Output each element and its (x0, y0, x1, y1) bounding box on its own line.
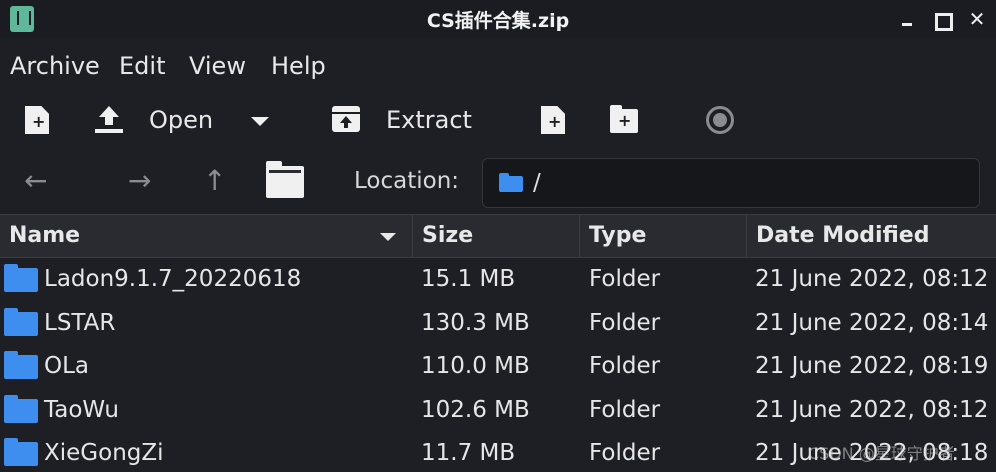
window-title: CS插件合集.zip (426, 10, 570, 32)
location-folder-icon (499, 173, 523, 192)
open-dropdown-icon[interactable] (251, 117, 269, 126)
add-folder-icon[interactable]: + (610, 105, 638, 133)
column-name[interactable]: Name (0, 215, 413, 257)
folder-icon (4, 394, 38, 423)
folder-icon (4, 438, 38, 466)
row-size: 15.1 MB (421, 266, 516, 292)
row-date: 21 June 2022, 08:12 (755, 396, 989, 423)
row-type: Folder (589, 440, 661, 466)
row-size: 110.0 MB (421, 353, 530, 379)
column-size-label: Size (422, 223, 474, 248)
location-label: Location: (354, 168, 460, 194)
maximize-button[interactable] (930, 8, 953, 31)
folder-icon (4, 351, 38, 379)
row-size: 102.6 MB (421, 396, 530, 423)
title-bar: CS插件合集.zip ✕ (0, 0, 996, 38)
menu-archive[interactable]: Archive (10, 52, 100, 80)
column-date-modified[interactable]: Date Modified (747, 215, 996, 257)
column-headers: Name Size Type Date Modified (0, 214, 996, 258)
row-date: 21 June 2022, 08:12 (755, 266, 989, 292)
table-row[interactable]: OLa 110.0 MB Folder 21 June 2022, 08:19 (0, 345, 996, 389)
extract-icon[interactable] (332, 106, 360, 132)
folder-icon[interactable] (266, 161, 304, 198)
extract-button[interactable]: Extract (386, 106, 472, 134)
navigation-bar: ← → ↑ Location: / (0, 150, 996, 214)
row-name: XieGongZi (44, 440, 164, 466)
add-files-icon[interactable]: + (541, 106, 565, 134)
row-name: LSTAR (44, 309, 116, 336)
row-date: 21 June 2022, 08:19 (755, 353, 989, 379)
menu-bar: Archive Edit View Help (0, 38, 996, 90)
folder-icon (4, 307, 38, 336)
row-type: Folder (589, 396, 661, 423)
upload-icon[interactable] (95, 106, 123, 134)
location-value: / (533, 170, 541, 196)
menu-edit[interactable]: Edit (119, 52, 165, 80)
column-date-label: Date Modified (756, 223, 930, 248)
menu-view[interactable]: View (189, 52, 246, 80)
minimize-button[interactable] (897, 8, 919, 30)
row-type: Folder (589, 309, 661, 336)
stop-icon[interactable] (706, 106, 734, 134)
sort-descending-icon (380, 233, 396, 241)
column-size[interactable]: Size (413, 215, 580, 257)
up-arrow-icon[interactable]: ↑ (203, 164, 226, 198)
row-type: Folder (589, 353, 661, 379)
row-name: OLa (44, 353, 90, 379)
row-size: 130.3 MB (421, 309, 530, 336)
watermark: CSDN @星球守护者 (808, 444, 955, 463)
column-type[interactable]: Type (580, 215, 747, 257)
table-row[interactable]: TaoWu 102.6 MB Folder 21 June 2022, 08:1… (0, 389, 996, 433)
row-name: TaoWu (44, 396, 119, 423)
location-field[interactable]: / (482, 158, 980, 208)
open-button[interactable]: Open (149, 106, 213, 134)
forward-arrow-icon[interactable]: → (128, 164, 151, 198)
column-type-label: Type (589, 223, 647, 248)
row-size: 11.7 MB (421, 440, 516, 466)
row-type: Folder (589, 266, 661, 292)
new-archive-icon[interactable]: + (25, 106, 49, 134)
column-name-label: Name (9, 223, 81, 248)
menu-help[interactable]: Help (271, 52, 326, 80)
close-button[interactable]: ✕ (966, 8, 988, 30)
row-name: Ladon9.1.7_20220618 (44, 266, 302, 292)
back-arrow-icon[interactable]: ← (24, 164, 47, 198)
table-row[interactable]: LSTAR 130.3 MB Folder 21 June 2022, 08:1… (0, 302, 996, 346)
row-date: 21 June 2022, 08:14 (755, 309, 989, 336)
table-row[interactable]: Ladon9.1.7_20220618 15.1 MB Folder 21 Ju… (0, 258, 996, 302)
toolbar: + Open Extract + + (0, 90, 996, 150)
folder-icon (4, 264, 38, 292)
